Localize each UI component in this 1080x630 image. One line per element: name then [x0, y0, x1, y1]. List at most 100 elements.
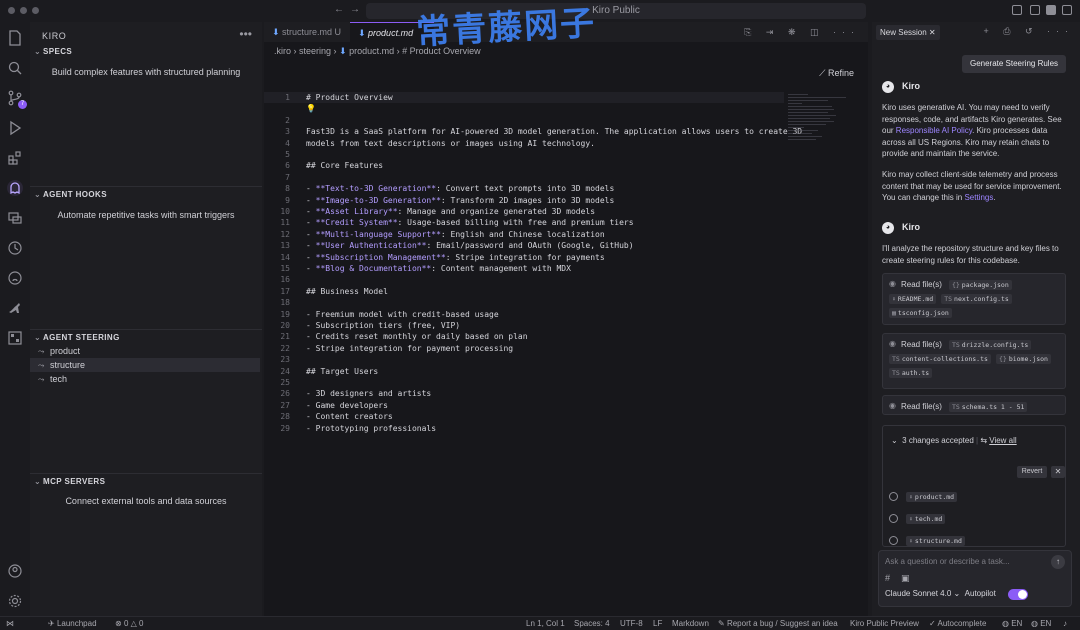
back-arrow-icon[interactable]: ← — [334, 4, 344, 15]
chevron-down-icon: ⌄ — [953, 589, 961, 598]
breadcrumb-kiro[interactable]: .kiro — [274, 46, 291, 56]
autopilot-toggle[interactable] — [1008, 589, 1028, 600]
file-chip[interactable]: ⬇ README.md — [889, 294, 937, 304]
file-chip[interactable]: ▦ tsconfig.json — [889, 308, 952, 318]
launchpad-item[interactable]: ✈ Launchpad — [48, 617, 97, 630]
revert-button[interactable]: Revert — [1017, 466, 1047, 478]
timeline-icon[interactable] — [7, 240, 23, 256]
account-icon[interactable] — [7, 563, 23, 579]
kiro-message-header: ◕ Kiro — [882, 80, 920, 93]
changed-file-item[interactable]: ⬇ tech.md — [889, 512, 947, 526]
source-control-icon[interactable]: 7 — [7, 90, 27, 109]
window-minimize-dot[interactable] — [20, 7, 27, 14]
view-all-link[interactable]: View all — [989, 436, 1016, 445]
read-files-card[interactable]: ◉ Read file(s) {} package.json ⬇ README.md… — [882, 273, 1066, 325]
minimap[interactable] — [788, 94, 848, 158]
chat-input[interactable]: Ask a question or describe a task... — [885, 557, 1010, 566]
file-chip[interactable]: TS auth.ts — [889, 368, 933, 378]
autocomplete-item[interactable]: ✓ Autocomplete — [929, 617, 986, 630]
toggle-sidebar-icon[interactable] — [1012, 5, 1022, 15]
problems-item[interactable]: ⊗ 0 △ 0 — [115, 617, 143, 630]
code-line: 14 - **Subscription Management**: Stripe … — [264, 252, 868, 263]
steering-item-structure[interactable]: ⤳ structure — [30, 358, 260, 372]
window-close-dot[interactable] — [8, 7, 15, 14]
search-icon[interactable] — [7, 60, 23, 76]
changed-file-item[interactable]: ⬇ product.md — [889, 490, 959, 504]
image-attach-icon[interactable]: ▣ — [901, 573, 910, 584]
explorer-icon[interactable] — [7, 30, 23, 46]
globe-icon: ◍ — [1031, 619, 1041, 628]
notifications-bell-icon[interactable]: ♪ — [1063, 617, 1067, 630]
refine-button[interactable]: ⟋ Refine — [819, 68, 854, 79]
bold-feature-name: Subscription Management — [325, 252, 437, 262]
end-of-line[interactable]: LF — [653, 617, 662, 630]
specs-section-header[interactable]: ⌄ SPECS — [30, 44, 262, 60]
responsible-ai-link[interactable]: Responsible AI Policy — [896, 126, 972, 135]
code-text: ## Business Model — [306, 286, 388, 296]
breadcrumb-file[interactable]: product.md — [349, 46, 394, 56]
qr-panel-icon[interactable] — [7, 330, 23, 346]
breadcrumb-steering[interactable]: steering — [299, 46, 331, 56]
read-files-card[interactable]: ◉ Read file(s) TS schema.ts 1 - 51 — [882, 395, 1066, 415]
generate-steering-rules-button[interactable]: Generate Steering Rules — [962, 55, 1066, 73]
context-hash-icon[interactable]: # — [885, 573, 890, 583]
file-chip[interactable]: TS content-collections.ts — [889, 354, 991, 364]
report-bug-link[interactable]: ✎ Report a bug / Suggest an idea — [718, 617, 838, 630]
run-debug-icon[interactable] — [7, 120, 23, 136]
github-icon[interactable] — [7, 270, 23, 286]
code-line: 17 ## Business Model — [264, 286, 868, 297]
code-editor[interactable]: 1 # Product Overview 💡 2 3 Fast3D is a SaaS p… — [264, 92, 802, 462]
file-chip[interactable]: {} biome.json — [995, 354, 1051, 364]
dismiss-icon[interactable]: ✕ — [1051, 466, 1065, 478]
more-actions-icon[interactable]: ••• — [239, 27, 252, 41]
window-zoom-dot[interactable] — [32, 7, 39, 14]
chat-icon[interactable] — [7, 210, 23, 226]
remote-icon[interactable]: ⋈ — [6, 617, 14, 630]
line-number: 4 — [285, 138, 290, 148]
code-line: 1 # Product Overview — [264, 92, 868, 103]
encoding[interactable]: UTF-8 — [620, 617, 643, 630]
tab-structure-md[interactable]: ⬇ structure.md U — [264, 22, 349, 42]
steering-item-product[interactable]: ⤳ product — [30, 344, 260, 358]
kiro-ghost-icon[interactable] — [7, 180, 23, 196]
file-chip[interactable]: TS schema.ts 1 - 51 — [948, 402, 1028, 412]
code-text: Fast3D is a SaaS platform for AI-powered… — [306, 127, 803, 137]
line-number: 17 — [280, 286, 290, 296]
settings-link[interactable]: Settings — [964, 193, 993, 202]
language-item[interactable]: ◍ EN — [1002, 617, 1022, 630]
line-number: 18 — [280, 298, 290, 308]
model-selector[interactable]: Claude Sonnet 4.0 ⌄ Autopilot — [885, 589, 996, 598]
line-number: 6 — [285, 161, 290, 171]
editor-actions[interactable]: ⎘ ⇥ ❋ ◫ ··· — [744, 27, 860, 38]
chat-session-tab[interactable]: New Session ✕ — [876, 25, 940, 40]
kangaroo-icon[interactable] — [7, 300, 23, 316]
toggle-chat-icon[interactable] — [1046, 5, 1056, 15]
forward-arrow-icon[interactable]: → — [350, 4, 360, 15]
close-icon[interactable]: ✕ — [929, 28, 936, 37]
read-files-card[interactable]: ◉ Read file(s) TS drizzle.config.ts TS con… — [882, 333, 1066, 389]
file-chip[interactable]: {} package.json — [948, 280, 1012, 290]
changes-summary[interactable]: ⌄ 3 changes accepted | ⇆ View all — [891, 436, 1017, 445]
extensions-icon[interactable] — [7, 150, 23, 166]
code-text: - **User Authentication**: Email/passwor… — [306, 241, 634, 251]
toggle-panel-icon[interactable] — [1030, 5, 1040, 15]
input-language-item[interactable]: ◍ EN — [1031, 617, 1051, 630]
lightbulb-icon[interactable]: 💡 — [306, 103, 316, 114]
hooks-section-header[interactable]: ⌄ AGENT HOOKS — [30, 187, 262, 203]
send-arrow-icon[interactable]: ↑ — [1051, 555, 1065, 569]
steering-item-tech[interactable]: ⤳ tech — [30, 372, 260, 386]
status-bar: ⋈ ✈ Launchpad ⊗ 0 △ 0 Ln 1, Col 1 Spaces… — [0, 616, 1080, 630]
layout-icon[interactable] — [1062, 5, 1072, 15]
changed-file-item[interactable]: ⬇ structure.md — [889, 534, 967, 548]
mcp-section-header[interactable]: ⌄ MCP SERVERS — [30, 474, 262, 490]
code-line: 26 - 3D designers and artists — [264, 388, 868, 399]
indentation[interactable]: Spaces: 4 — [574, 617, 610, 630]
bold-feature-name: Blog & Documentation — [325, 264, 422, 273]
settings-gear-icon[interactable] — [7, 593, 23, 609]
cursor-position[interactable]: Ln 1, Col 1 — [526, 617, 565, 630]
chat-actions[interactable]: + ⎙ ↺ ··· — [984, 26, 1075, 37]
language-mode[interactable]: Markdown — [672, 617, 709, 630]
sparkle-wand-icon: ⟋ — [819, 68, 828, 78]
file-chip[interactable]: TS drizzle.config.ts — [948, 340, 1032, 350]
file-chip[interactable]: TS next.config.ts — [941, 294, 1012, 304]
